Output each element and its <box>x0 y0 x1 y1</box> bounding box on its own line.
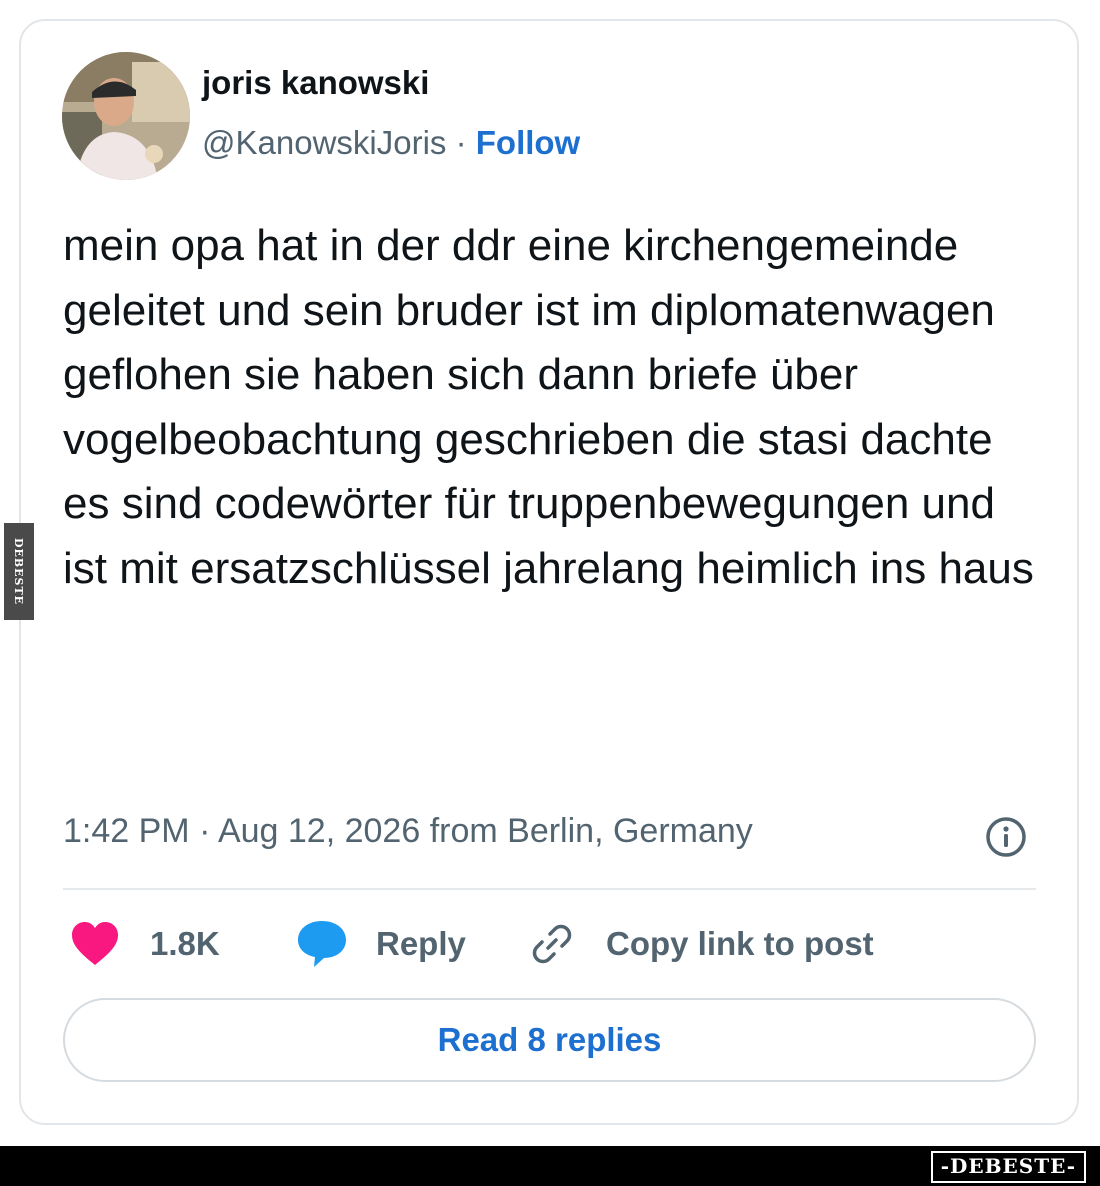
author-handle[interactable]: @KanowskiJoris <box>202 124 446 161</box>
reply-label: Reply <box>376 925 466 962</box>
tweet-text: mein opa hat in der ddr eine kirchengeme… <box>63 221 1034 593</box>
author-name[interactable]: joris kanowski <box>202 64 429 102</box>
divider <box>63 888 1036 890</box>
like-count: 1.8K <box>150 925 220 962</box>
speech-bubble-icon <box>296 919 348 969</box>
read-replies-button[interactable]: Read 8 replies <box>63 998 1036 1082</box>
read-replies-label: Read 8 replies <box>437 1021 662 1058</box>
info-circle-icon[interactable] <box>984 815 1028 859</box>
tweet-timestamp[interactable]: 1:42 PM · Aug 12, 2026 from Berlin, Germ… <box>63 812 753 851</box>
copy-link-button[interactable]: Copy link to post <box>528 916 874 972</box>
side-watermark-text: DEBESTE <box>12 537 26 606</box>
reply-button[interactable]: Reply <box>296 916 466 972</box>
avatar[interactable] <box>62 52 190 180</box>
link-icon <box>528 920 576 968</box>
bottom-bar: -DEBESTE- <box>0 1146 1100 1186</box>
side-watermark: DEBESTE <box>4 523 34 620</box>
like-button[interactable]: 1.8K <box>70 916 220 972</box>
handle-row: @KanowskiJoris · Follow <box>202 124 580 162</box>
avatar-photo <box>62 52 190 180</box>
heart-icon <box>70 921 120 967</box>
bottom-watermark: -DEBESTE- <box>930 1151 1086 1183</box>
follow-button[interactable]: Follow <box>476 124 580 161</box>
separator: · <box>455 124 467 161</box>
copy-link-label: Copy link to post <box>606 925 874 962</box>
